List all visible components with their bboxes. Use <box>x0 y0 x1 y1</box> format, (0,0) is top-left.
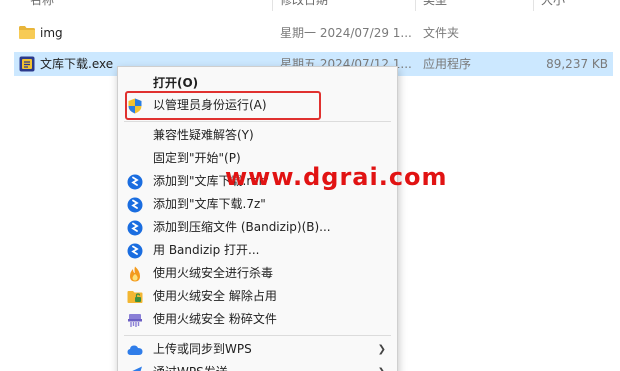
file-type: 文件夹 <box>423 26 460 40</box>
column-modified[interactable]: 修改日期 <box>280 0 328 11</box>
menu-separator <box>124 335 391 336</box>
menu-item-add-archive[interactable]: 添加到压缩文件 (Bandizip)(B)... <box>118 216 397 239</box>
bandizip-icon <box>127 197 143 213</box>
menu-item-huorong-shred[interactable]: 使用火绒安全 粉碎文件 <box>118 308 397 331</box>
watermark: www.dgrai.com <box>225 163 448 191</box>
file-type: 应用程序 <box>423 57 472 71</box>
menu-item-open-bandizip[interactable]: 用 Bandizip 打开... <box>118 239 397 262</box>
folder-icon <box>19 26 35 39</box>
bandizip-icon <box>127 243 143 259</box>
send-icon <box>132 366 142 371</box>
highlight-box <box>125 91 321 120</box>
menu-item-add-7z[interactable]: 添加到"文库下载.7z" <box>118 193 397 216</box>
menu-item-compat[interactable]: 兼容性疑难解答(Y) <box>118 124 397 147</box>
cloud-icon <box>127 345 143 355</box>
file-row[interactable]: img 星期一 2024/07/29 1... 文件夹 <box>14 21 613 45</box>
column-name[interactable]: 名称 <box>30 0 54 11</box>
flame-icon <box>130 266 140 282</box>
column-divider[interactable] <box>415 0 416 11</box>
column-divider[interactable] <box>533 0 534 11</box>
menu-item-label: 使用火绒安全 解除占用 <box>153 289 277 303</box>
menu-item-label: 用 Bandizip 打开... <box>153 243 260 257</box>
submenu-arrow-icon: ❯ <box>377 344 386 355</box>
exe-icon <box>19 56 35 72</box>
menu-item-label: 上传或同步到WPS <box>153 342 252 356</box>
menu-item-label: 兼容性疑难解答(Y) <box>153 128 254 142</box>
file-modified: 星期一 2024/07/29 1... <box>280 26 412 40</box>
submenu-arrow-icon: ❯ <box>378 361 386 371</box>
column-size[interactable]: 大小 <box>541 0 565 11</box>
column-type[interactable]: 类型 <box>423 0 447 11</box>
menu-item-label: 使用火绒安全 粉碎文件 <box>153 312 277 326</box>
bandizip-icon <box>127 220 143 236</box>
file-size: 89,237 KB <box>546 57 608 71</box>
bandizip-icon <box>127 174 143 190</box>
shredder-icon <box>128 314 142 327</box>
menu-item-huorong-unlock[interactable]: 使用火绒安全 解除占用 <box>118 285 397 308</box>
unlock-folder-icon <box>127 291 143 303</box>
column-header: 名称 修改日期 类型 大小 <box>0 0 620 11</box>
menu-separator <box>124 121 391 122</box>
menu-item-label: 添加到压缩文件 (Bandizip)(B)... <box>153 220 331 234</box>
column-divider[interactable] <box>272 0 273 11</box>
menu-item-huorong-scan[interactable]: 使用火绒安全进行杀毒 <box>118 262 397 285</box>
menu-item-label: 添加到"文库下载.7z" <box>153 197 266 211</box>
menu-item-label: 使用火绒安全进行杀毒 <box>153 266 274 280</box>
menu-item-label: 通过WPS发送 <box>153 361 228 371</box>
file-name: 文库下载.exe <box>40 57 114 71</box>
menu-item-wps-send[interactable]: 通过WPS发送 ❯ <box>118 361 397 371</box>
menu-item-wps-sync[interactable]: 上传或同步到WPS ❯ <box>118 338 397 361</box>
file-name: img <box>40 26 63 40</box>
